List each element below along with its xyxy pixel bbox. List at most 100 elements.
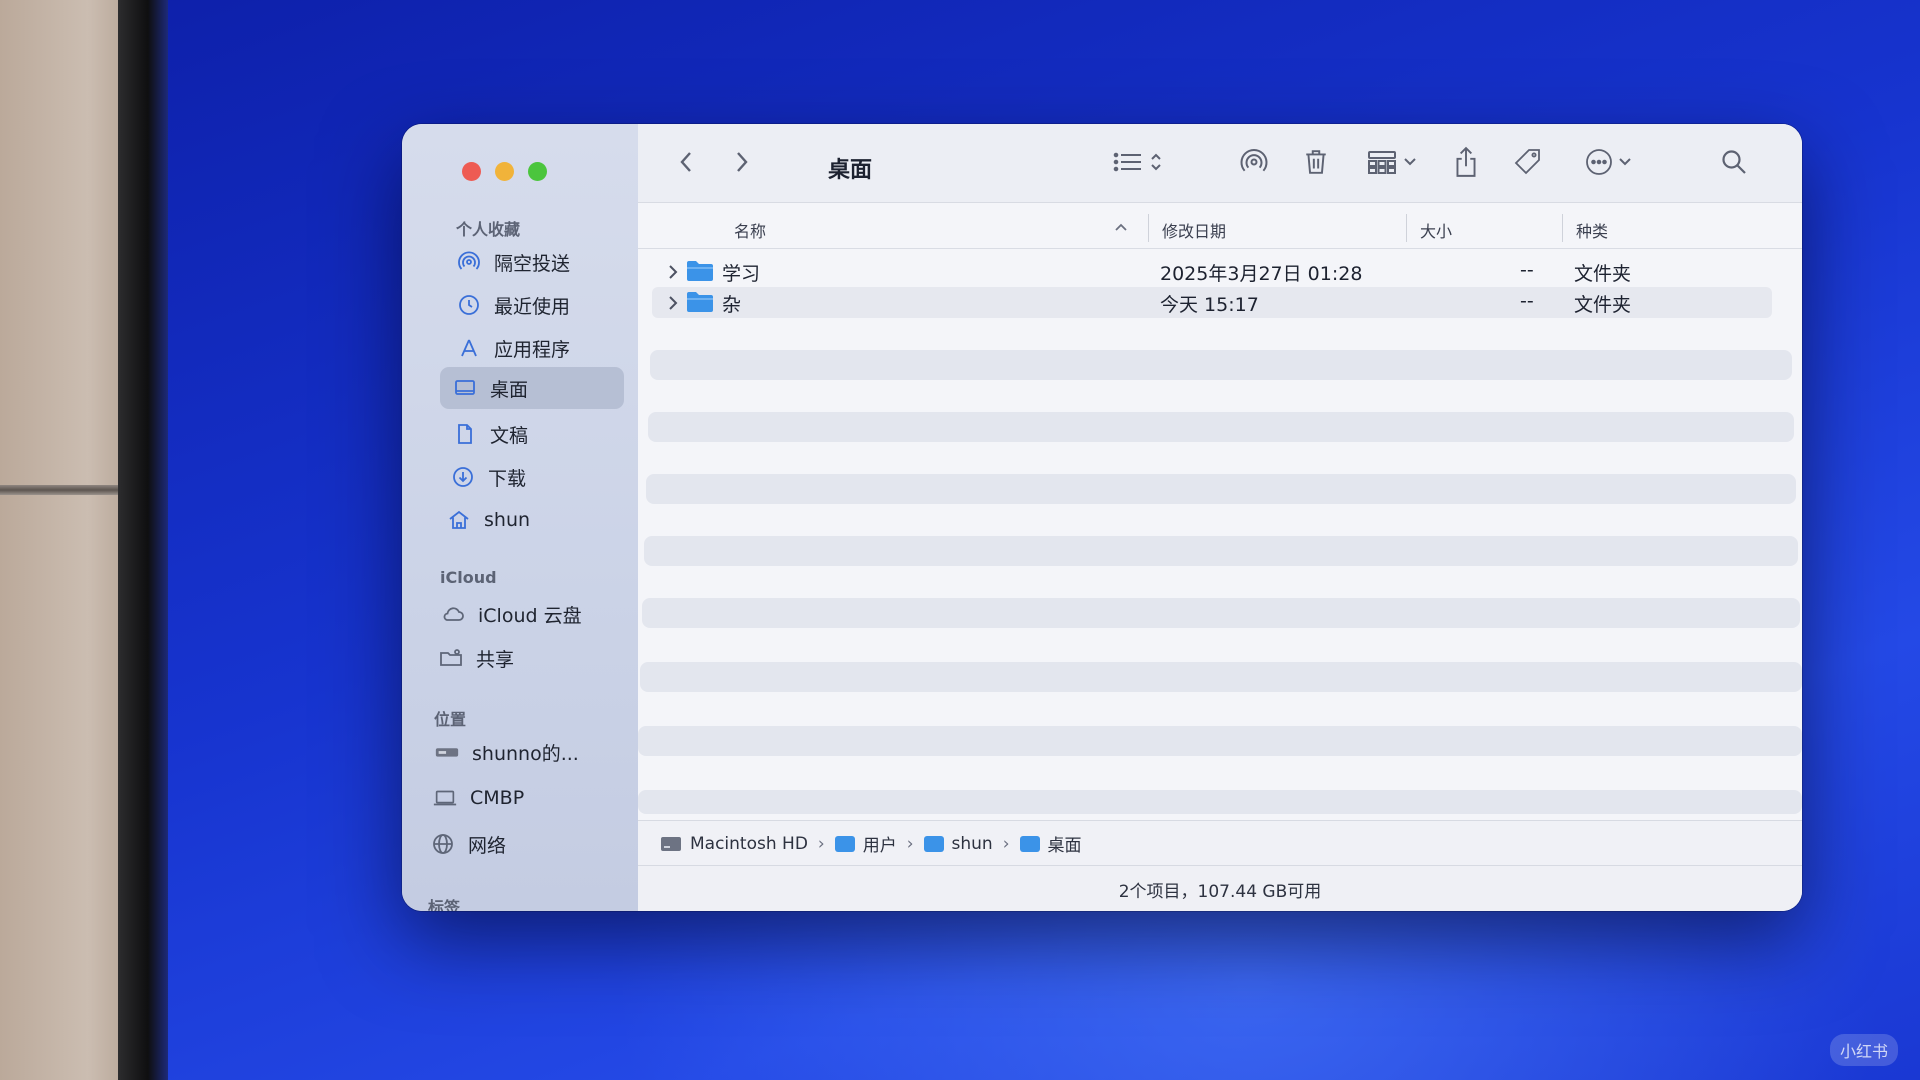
sidebar-item-airdrop[interactable]: 隔空投送 — [456, 242, 626, 282]
sidebar-item-home[interactable]: shun — [446, 500, 616, 540]
sort-ascending-icon[interactable] — [1114, 222, 1128, 232]
column-separator[interactable] — [1148, 214, 1149, 242]
sidebar-item-label: 桌面 — [490, 378, 529, 401]
desktop-folder-icon — [1019, 835, 1040, 852]
disclosure-triangle-icon[interactable] — [668, 264, 678, 280]
group-button[interactable] — [1360, 144, 1424, 180]
column-size[interactable]: 大小 — [1420, 218, 1452, 242]
column-separator[interactable] — [1562, 214, 1563, 242]
finder-window: 个人收藏 隔空投送 最近使用 应用程序 桌面 文稿 下载 shun iCloud… — [402, 124, 1802, 911]
file-kind: 文件夹 — [1574, 294, 1632, 316]
globe-icon — [430, 831, 456, 857]
grid-icon — [1368, 151, 1396, 174]
forward-button[interactable] — [724, 144, 760, 180]
sidebar-item-drive[interactable]: shunno的... — [434, 732, 624, 772]
file-date: 今天 15:17 — [1160, 294, 1259, 316]
view-options-button[interactable] — [1108, 144, 1168, 180]
path-label: shun — [951, 833, 993, 854]
sidebar-item-label: 文稿 — [490, 424, 529, 447]
path-item-disk[interactable]: Macintosh HD — [660, 834, 808, 854]
clock-icon — [456, 292, 482, 318]
file-row[interactable]: 杂 今天 15:17 -- 文件夹 — [652, 287, 1772, 318]
folder-icon — [687, 292, 713, 312]
sidebar-item-label: 最近使用 — [494, 295, 571, 318]
up-down-chevron-icon — [1151, 153, 1161, 171]
empty-row-stripe — [642, 598, 1800, 628]
column-header: 名称 修改日期 大小 种类 — [638, 208, 1802, 249]
search-icon — [1722, 150, 1746, 174]
more-actions-button[interactable] — [1576, 144, 1640, 180]
file-kind: 文件夹 — [1574, 263, 1632, 285]
sidebar-item-label: shun — [484, 509, 531, 531]
column-separator[interactable] — [1406, 214, 1407, 242]
back-button[interactable] — [668, 144, 704, 180]
airdrop-icon — [456, 249, 482, 275]
sidebar-item-label: 下载 — [488, 467, 527, 490]
main-area: 桌面 名称 修改日期 大小 种类 学习 2025年3月27日 01:28 -- … — [638, 124, 1802, 911]
path-label: 用户 — [862, 836, 897, 856]
sidebar-item-documents[interactable]: 文稿 — [452, 414, 622, 454]
ellipsis-circle-icon — [1586, 149, 1612, 175]
sidebar-section-favorites: 个人收藏 — [456, 220, 521, 239]
empty-row-stripe — [646, 474, 1796, 504]
sidebar-item-label: 网络 — [468, 834, 507, 857]
shared-folder-icon — [438, 645, 464, 671]
zoom-button[interactable] — [528, 162, 547, 181]
minimize-button[interactable] — [495, 162, 514, 181]
close-button[interactable] — [462, 162, 481, 181]
chevron-down-icon — [1619, 158, 1631, 166]
sidebar-item-desktop[interactable]: 桌面 — [440, 367, 624, 409]
folder-icon — [687, 261, 713, 281]
window-title: 桌面 — [828, 158, 873, 183]
sidebar-item-network[interactable]: 网络 — [430, 824, 620, 864]
path-separator: › — [817, 833, 825, 854]
share-icon — [1456, 146, 1476, 177]
applications-icon — [456, 335, 482, 361]
empty-row-stripe — [638, 790, 1802, 814]
column-date[interactable]: 修改日期 — [1162, 218, 1226, 242]
file-size: -- — [1520, 259, 1534, 281]
sidebar-item-cmbp[interactable]: CMBP — [432, 778, 622, 818]
window-controls — [462, 162, 547, 181]
column-name[interactable]: 名称 — [734, 218, 766, 242]
trash-icon — [1306, 150, 1326, 174]
path-label: Macintosh HD — [690, 833, 808, 854]
empty-row-stripe — [638, 726, 1802, 756]
laptop-icon — [432, 785, 458, 811]
empty-row-stripe — [640, 662, 1802, 692]
folder-icon — [834, 835, 855, 852]
drive-icon — [434, 739, 460, 765]
share-button[interactable] — [1446, 144, 1486, 180]
sidebar-section-locations: 位置 — [434, 710, 467, 729]
search-button[interactable] — [1714, 144, 1754, 180]
file-size: -- — [1520, 290, 1534, 312]
sidebar-item-downloads[interactable]: 下载 — [450, 457, 620, 497]
disclosure-triangle-icon[interactable] — [668, 295, 678, 311]
sidebar-item-shared[interactable]: 共享 — [438, 638, 618, 678]
watermark: 小红书 — [1829, 1034, 1898, 1066]
path-item-users[interactable]: 用户 — [834, 831, 897, 856]
sidebar-item-label: shunno的... — [472, 742, 579, 765]
tag-icon — [1514, 149, 1540, 175]
path-item-home[interactable]: shun — [923, 833, 993, 854]
file-row[interactable]: 学习 2025年3月27日 01:28 -- 文件夹 — [652, 256, 1772, 287]
status-bar: 2个项目，107.44 GB可用 — [638, 865, 1802, 911]
trash-button[interactable] — [1296, 144, 1336, 180]
desktop-icon — [452, 375, 478, 401]
wall-rail — [0, 485, 125, 495]
sidebar-item-label: iCloud 云盘 — [478, 604, 582, 627]
file-date: 2025年3月27日 01:28 — [1160, 263, 1363, 285]
tag-button[interactable] — [1508, 144, 1548, 180]
sidebar-item-icloud-drive[interactable]: iCloud 云盘 — [440, 594, 620, 634]
sidebar-item-label: CMBP — [470, 787, 525, 809]
sidebar-item-applications[interactable]: 应用程序 — [456, 328, 626, 368]
airdrop-button[interactable] — [1234, 144, 1274, 180]
path-separator: › — [906, 833, 914, 854]
column-kind[interactable]: 种类 — [1576, 218, 1608, 242]
path-item-desktop[interactable]: 桌面 — [1019, 831, 1082, 856]
sidebar-item-recents[interactable]: 最近使用 — [456, 285, 626, 325]
sidebar: 个人收藏 隔空投送 最近使用 应用程序 桌面 文稿 下载 shun iCloud… — [402, 124, 638, 911]
list-view-icon — [1113, 152, 1141, 172]
sidebar-section-tags: 标签 — [428, 898, 461, 911]
toolbar: 桌面 — [638, 124, 1802, 203]
